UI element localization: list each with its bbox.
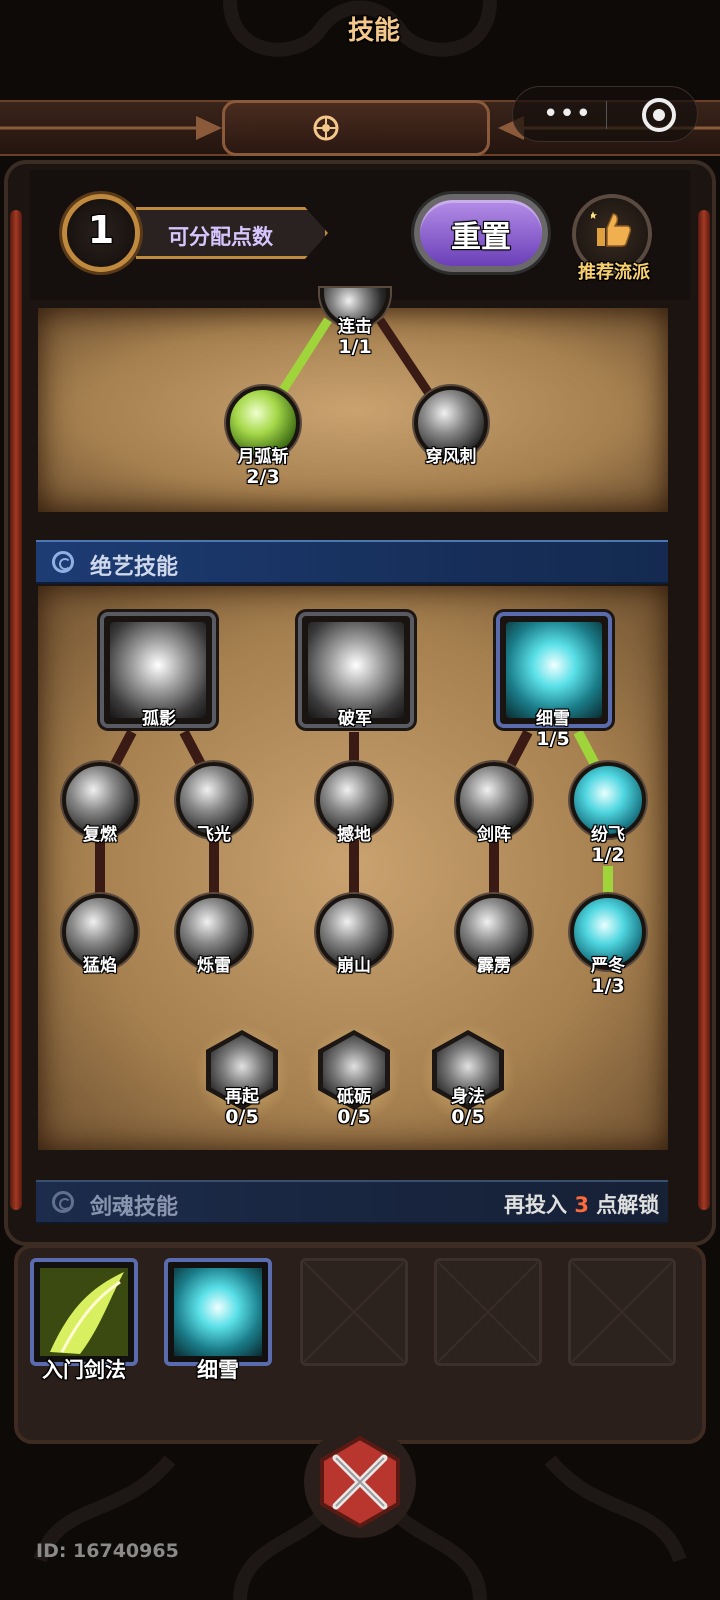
passive-name: 身法 xyxy=(451,1087,485,1107)
skill-name: 破军 xyxy=(338,709,372,729)
equipped-slot-4-empty[interactable] xyxy=(434,1258,542,1366)
equipped-slot-2[interactable] xyxy=(164,1258,272,1366)
passive-count: 0/5 xyxy=(225,1106,259,1128)
soul-unlock-hint: 再投入 3 点解锁 xyxy=(504,1189,659,1219)
skill-count: 1/2 xyxy=(591,844,625,866)
skill-name: 严冬 xyxy=(591,956,625,976)
frost-art xyxy=(174,1268,262,1356)
blade-art xyxy=(40,1268,128,1356)
skill-name: 霹雳 xyxy=(477,956,511,976)
skill-name: 猛焰 xyxy=(83,956,117,976)
hint-points: 3 xyxy=(574,1193,589,1217)
skill-name: 复燃 xyxy=(83,825,117,845)
skill-count: 1/3 xyxy=(591,975,625,997)
skill-name: 烁雷 xyxy=(197,956,231,976)
skill-name: 撼地 xyxy=(337,825,371,845)
user-id: ID: 16740965 xyxy=(36,1540,179,1562)
soul-section-title: 剑魂技能 xyxy=(90,1195,179,1220)
hint-suffix: 点解锁 xyxy=(596,1193,660,1217)
slot-label: 入门剑法 xyxy=(42,1358,126,1382)
skill-name: 剑阵 xyxy=(477,825,511,845)
crossed-swords-icon[interactable] xyxy=(302,1424,418,1540)
passive-count: 0/5 xyxy=(337,1106,371,1128)
equipped-slot-1[interactable] xyxy=(30,1258,138,1366)
skill-name: 崩山 xyxy=(337,956,371,976)
passive-name: 再起 xyxy=(225,1087,259,1107)
skill-count: 1/5 xyxy=(536,728,570,750)
passive-count: 0/5 xyxy=(451,1106,485,1128)
skill-name: 纷飞 xyxy=(591,825,625,845)
skill-name: 细雪 xyxy=(536,709,570,729)
hint-prefix: 再投入 xyxy=(504,1193,567,1217)
equipped-slot-3-empty[interactable] xyxy=(300,1258,408,1366)
section-swirl-icon xyxy=(52,1191,74,1213)
skill-name: 孤影 xyxy=(142,709,176,729)
slot-label: 细雪 xyxy=(197,1358,239,1382)
equipped-slot-5-empty[interactable] xyxy=(568,1258,676,1366)
skill-name: 飞光 xyxy=(197,825,231,845)
passive-name: 砥砺 xyxy=(337,1087,371,1107)
